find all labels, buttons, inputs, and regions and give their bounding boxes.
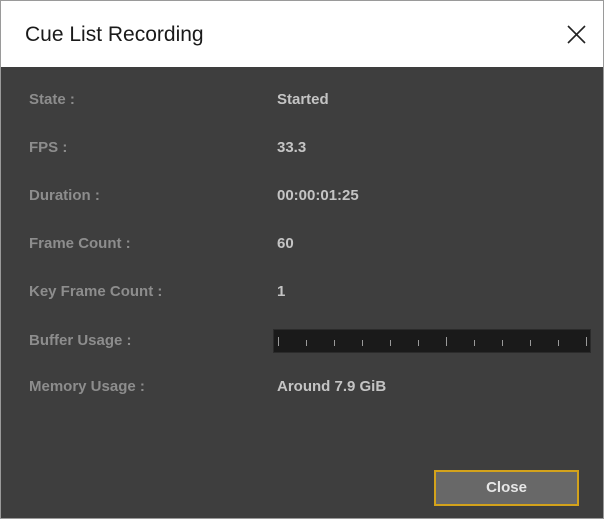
duration-row: Duration : 00:00:01:25 <box>1 184 603 208</box>
frame-count-row: Frame Count : 60 <box>1 232 603 256</box>
buffer-usage-tick <box>558 340 559 346</box>
frame-count-value: 60 <box>277 235 294 252</box>
state-row: State : Started <box>1 88 603 112</box>
buffer-usage-tick <box>586 337 587 346</box>
state-value: Started <box>277 91 329 108</box>
buffer-usage-label: Buffer Usage : <box>29 332 132 349</box>
buffer-usage-tick <box>362 340 363 346</box>
cue-list-recording-dialog: Cue List Recording State : Started FPS :… <box>0 0 604 519</box>
buffer-usage-tick <box>390 340 391 346</box>
duration-value: 00:00:01:25 <box>277 187 359 204</box>
buffer-usage-tick <box>334 340 335 346</box>
buffer-usage-bar <box>273 329 591 353</box>
buffer-usage-tick <box>474 340 475 346</box>
buffer-usage-row: Buffer Usage : <box>1 329 603 353</box>
memory-usage-row: Memory Usage : Around 7.9 GiB <box>1 375 603 399</box>
buffer-usage-tick <box>278 337 279 346</box>
close-icon[interactable] <box>559 15 593 51</box>
dialog-body: State : Started FPS : 33.3 Duration : 00… <box>1 67 603 518</box>
key-frame-count-row: Key Frame Count : 1 <box>1 280 603 304</box>
state-label: State : <box>29 91 75 108</box>
frame-count-label: Frame Count : <box>29 235 131 252</box>
dialog-title: Cue List Recording <box>25 23 204 46</box>
key-frame-count-label: Key Frame Count : <box>29 283 163 300</box>
duration-label: Duration : <box>29 187 100 204</box>
buffer-usage-tick <box>530 340 531 346</box>
fps-value: 33.3 <box>277 139 307 156</box>
close-button[interactable]: Close <box>434 470 579 506</box>
dialog-titlebar: Cue List Recording <box>1 1 603 67</box>
fps-label: FPS : <box>29 139 68 156</box>
fps-row: FPS : 33.3 <box>1 136 603 160</box>
buffer-usage-tick <box>306 340 307 346</box>
buffer-usage-tick <box>418 340 419 346</box>
key-frame-count-value: 1 <box>277 283 286 300</box>
buffer-usage-tick <box>446 337 447 346</box>
memory-usage-value: Around 7.9 GiB <box>277 378 387 395</box>
memory-usage-label: Memory Usage : <box>29 378 145 395</box>
buffer-usage-tick <box>502 340 503 346</box>
